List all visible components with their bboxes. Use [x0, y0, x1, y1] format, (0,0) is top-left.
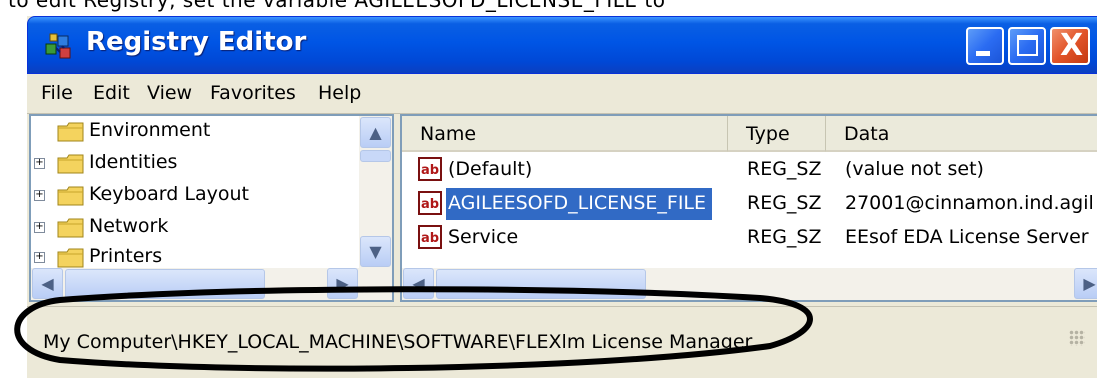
menu-edit[interactable]: Edit	[93, 82, 130, 104]
value-name: Service	[448, 226, 519, 248]
reg-sz-icon: ab	[418, 157, 442, 181]
value-type: REG_SZ	[747, 226, 822, 248]
expand-icon[interactable]: +	[34, 158, 45, 169]
registry-editor-icon	[45, 33, 71, 59]
maximize-icon	[1017, 35, 1038, 56]
folder-icon	[57, 154, 84, 174]
scroll-up-button[interactable]: ▲	[360, 117, 391, 148]
svg-text:ab: ab	[421, 231, 439, 246]
reg-sz-icon: ab	[418, 191, 442, 215]
tree-vertical-scrollbar[interactable]: ▲ ▼	[359, 116, 392, 268]
expand-icon[interactable]: +	[34, 190, 45, 201]
tree-item-label: Keyboard Layout	[89, 183, 249, 205]
value-data: EEsof EDA License Server	[845, 226, 1089, 248]
menu-view[interactable]: View	[147, 82, 192, 104]
value-type: REG_SZ	[747, 158, 822, 180]
folder-icon	[57, 248, 84, 268]
value-name: (Default)	[448, 158, 533, 180]
values-list-pane[interactable]: Name Type Data ab (Default) REG_SZ (valu…	[400, 114, 1097, 302]
maximize-button[interactable]	[1008, 27, 1046, 65]
expand-icon[interactable]: +	[34, 252, 45, 263]
value-name: AGILEESOFD_LICENSE_FILE	[446, 188, 713, 220]
close-button[interactable]: X	[1050, 27, 1090, 65]
value-row[interactable]: ab (Default) REG_SZ (value not set)	[402, 154, 1097, 186]
scroll-thumb[interactable]	[360, 150, 391, 162]
menu-bar: File Edit View Favorites Help	[27, 74, 1097, 114]
column-header-data[interactable]: Data	[826, 116, 1097, 152]
tree-item-label: Environment	[89, 119, 211, 141]
column-header-type[interactable]: Type	[728, 116, 826, 152]
value-data: (value not set)	[845, 158, 984, 180]
menu-favorites[interactable]: Favorites	[210, 82, 296, 104]
folder-icon	[57, 186, 84, 206]
title-bar[interactable]: Registry Editor X	[27, 16, 1097, 74]
svg-text:ab: ab	[421, 163, 439, 178]
tree-item-label: Printers	[89, 245, 163, 267]
window-title: Registry Editor	[86, 27, 307, 57]
value-data: 27001@cinnamon.ind.agil	[845, 192, 1094, 214]
tree-item-keyboard-layout[interactable]: + Keyboard Layout	[31, 180, 361, 212]
minimize-icon	[976, 51, 990, 56]
highlight-ellipse	[14, 286, 813, 372]
tree-item-network[interactable]: + Network	[31, 212, 361, 244]
menu-file[interactable]: File	[41, 82, 73, 104]
key-tree-pane[interactable]: Environment + Identities + Keyboard Layo…	[29, 114, 394, 302]
tree-item-environment[interactable]: Environment	[31, 116, 361, 148]
folder-icon	[57, 122, 84, 142]
close-icon: X	[1060, 28, 1084, 63]
value-row-selected[interactable]: ab AGILEESOFD_LICENSE_FILE REG_SZ 27001@…	[402, 188, 1097, 220]
tree-item-identities[interactable]: + Identities	[31, 148, 361, 180]
menu-help[interactable]: Help	[318, 82, 361, 104]
cropped-caption: to edit Registry, set the variable AGILE…	[8, 0, 666, 12]
minimize-button[interactable]	[966, 27, 1004, 65]
scroll-right-button[interactable]: ▶	[1074, 268, 1097, 299]
folder-icon	[57, 218, 84, 238]
column-header-name[interactable]: Name	[402, 116, 728, 152]
tree-item-label: Network	[89, 215, 169, 237]
scroll-down-button[interactable]: ▼	[360, 236, 391, 267]
reg-sz-icon: ab	[418, 225, 442, 249]
tree-item-label: Identities	[89, 151, 178, 173]
resize-grip-icon[interactable]	[1069, 330, 1085, 346]
value-type: REG_SZ	[747, 192, 822, 214]
value-row[interactable]: ab Service REG_SZ EEsof EDA License Serv…	[402, 222, 1097, 254]
svg-text:ab: ab	[421, 197, 439, 212]
expand-icon[interactable]: +	[34, 222, 45, 233]
